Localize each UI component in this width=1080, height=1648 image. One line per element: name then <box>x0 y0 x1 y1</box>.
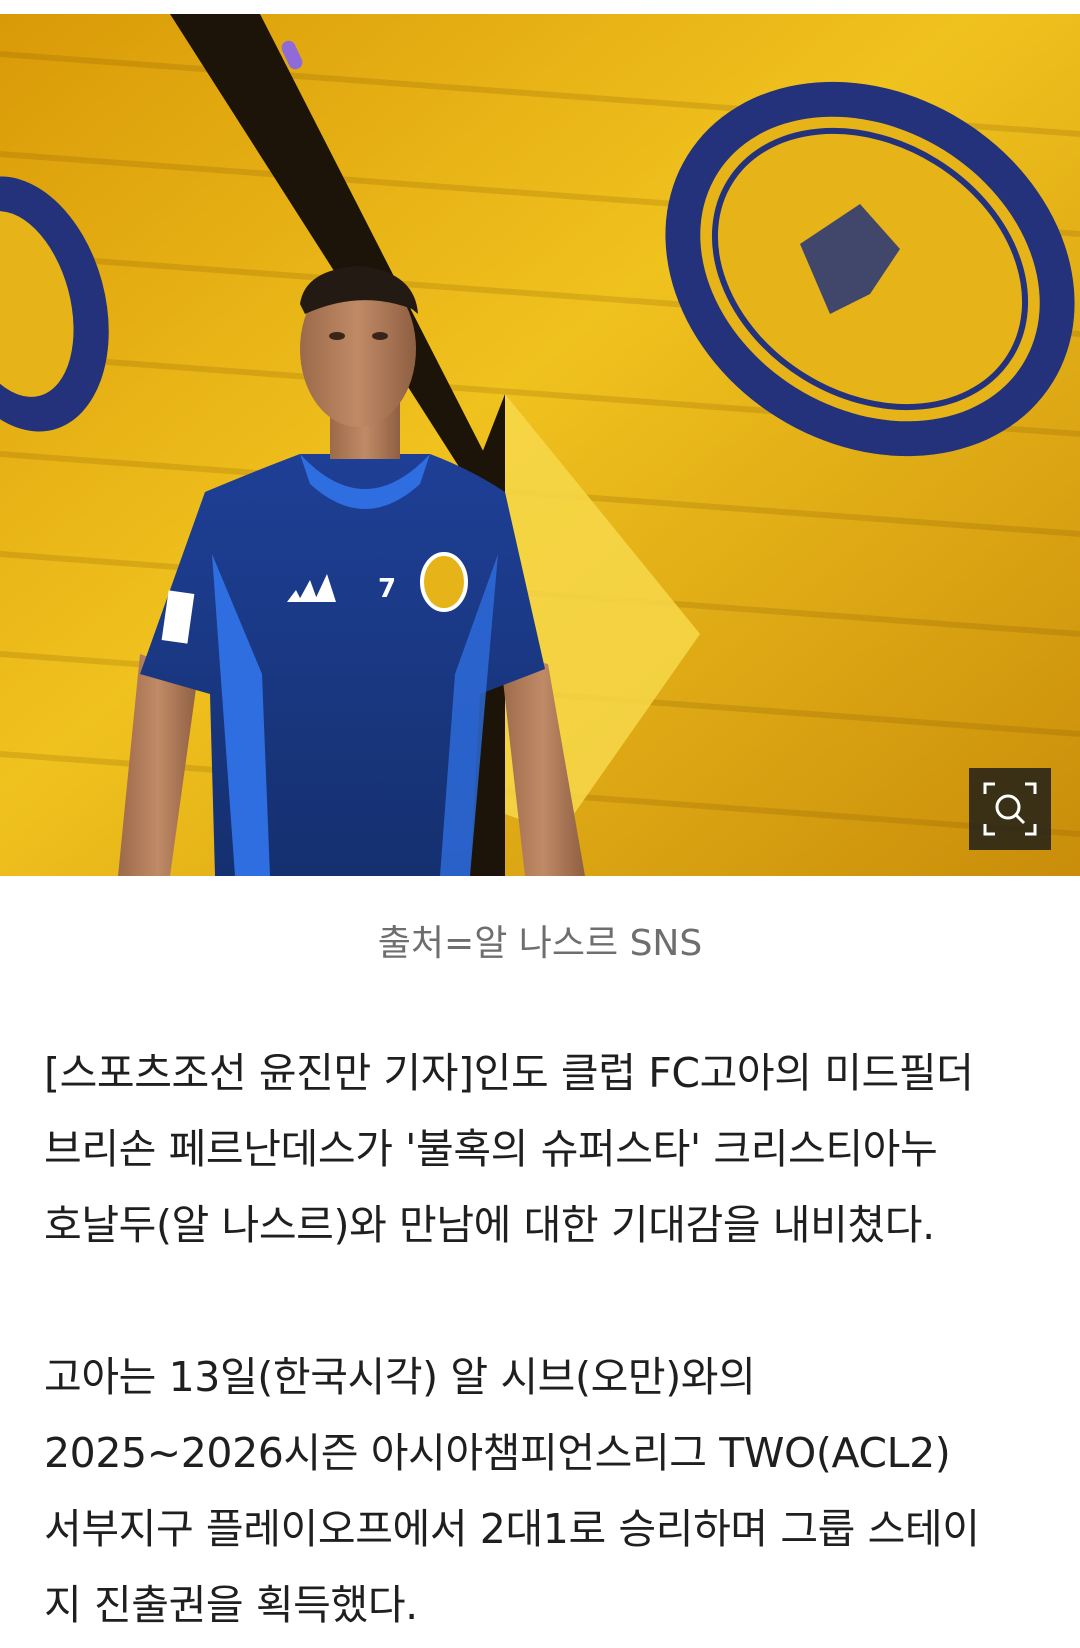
jersey-number: 7 <box>378 574 396 604</box>
player-photo-illustration: 7 <box>0 14 1080 876</box>
zoom-search-icon <box>983 782 1037 836</box>
text-line: [스포츠조선 윤진만 기자]인도 클럽 FC고아의 미드필더 <box>44 1049 974 1097</box>
text-line: 2025~2026시즌 아시아챔피언스리그 TWO(ACL2) <box>44 1429 951 1477</box>
article-photo: 7 <box>0 14 1080 876</box>
text-line: 고아는 13일(한국시각) 알 시브(오만)와의 <box>44 1353 756 1401</box>
article-body: [스포츠조선 윤진만 기자]인도 클럽 FC고아의 미드필더 브리손 페르난데스… <box>44 1035 1044 1643</box>
text-line: 브리손 페르난데스가 '불혹의 슈퍼스타' 크리스티아누 <box>44 1125 938 1173</box>
article-paragraph: 고아는 13일(한국시각) 알 시브(오만)와의 2025~2026시즌 아시아… <box>44 1339 1044 1643</box>
article-paragraph: [스포츠조선 윤진만 기자]인도 클럽 FC고아의 미드필더 브리손 페르난데스… <box>44 1035 1044 1263</box>
zoom-button[interactable] <box>969 768 1051 850</box>
photo-caption: 출처=알 나스르 SNS <box>377 923 703 964</box>
text-line: 호날두(알 나스르)와 만남에 대한 기대감을 내비쳤다. <box>44 1201 935 1249</box>
text-line: 서부지구 플레이오프에서 2대1로 승리하며 그룹 스테이 <box>44 1505 980 1553</box>
text-line: 지 진출권을 획득했다. <box>44 1581 418 1629</box>
